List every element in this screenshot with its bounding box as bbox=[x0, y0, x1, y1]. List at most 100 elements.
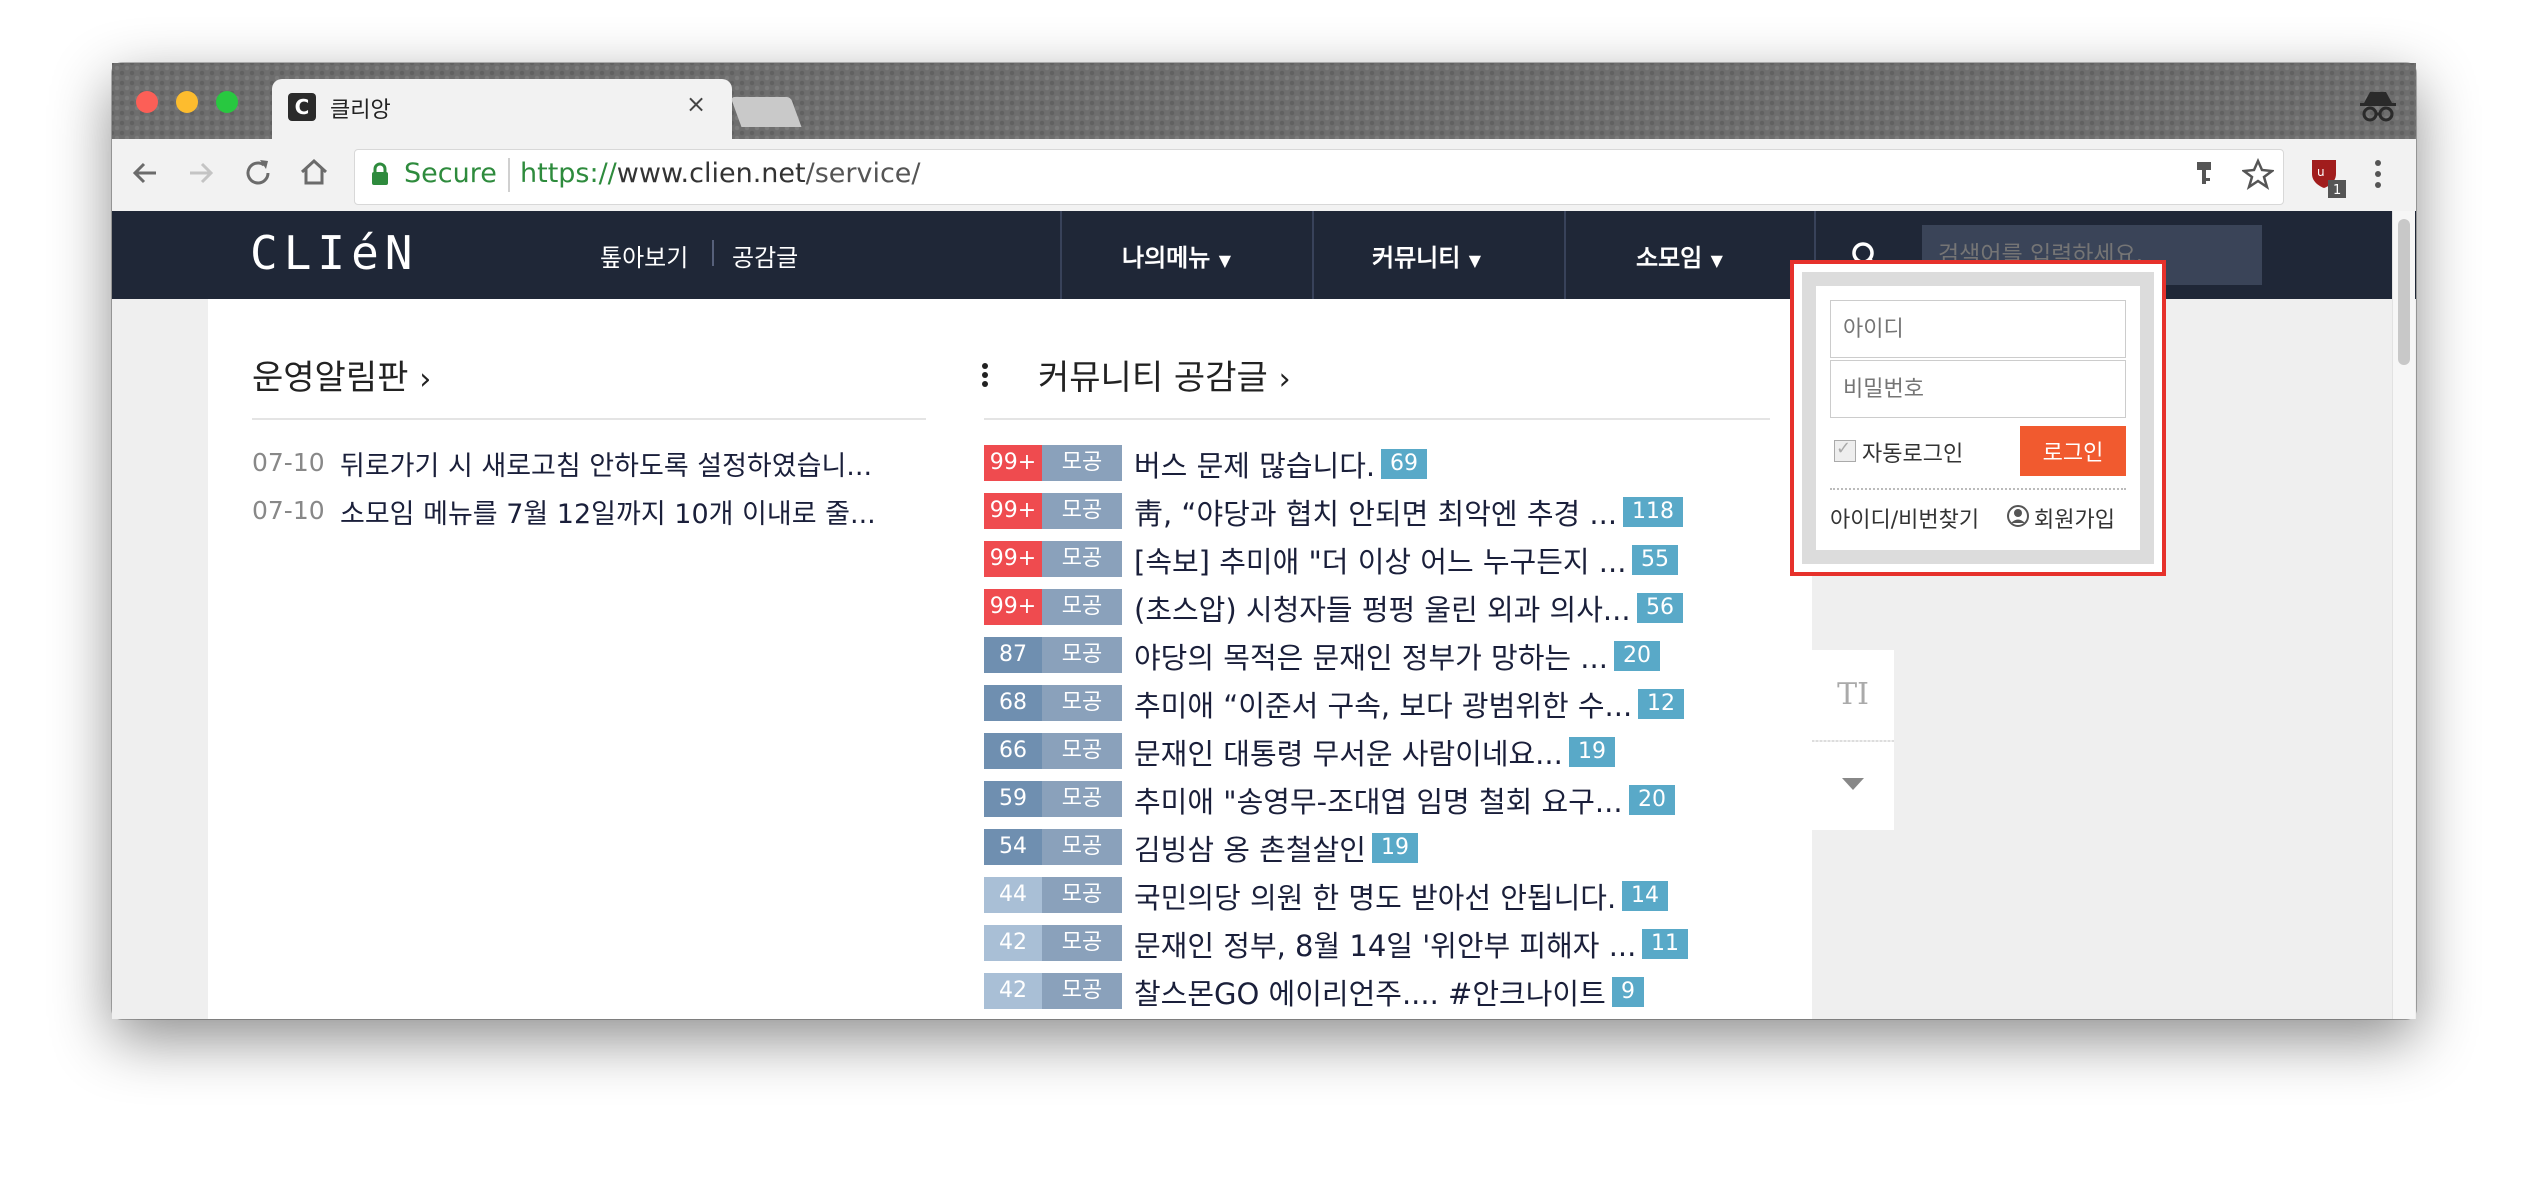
empathy-count: 42 bbox=[984, 925, 1042, 961]
minimize-window-button[interactable] bbox=[176, 91, 198, 113]
tab-close-icon[interactable]: × bbox=[686, 90, 706, 118]
url-text[interactable]: https://www.clien.net/service/ bbox=[520, 158, 921, 189]
font-size-button[interactable]: TI bbox=[1812, 650, 1894, 740]
comment-count-badge: 20 bbox=[1614, 641, 1660, 671]
community-title[interactable]: 커뮤니티 공감글 › bbox=[1038, 350, 1291, 399]
post-row[interactable]: 59 모공 추미애 "송영무-조대엽 임명 철회 요구... 20 bbox=[984, 781, 1784, 821]
url-scheme: https:// bbox=[520, 158, 617, 189]
comment-count-badge: 11 bbox=[1642, 929, 1688, 959]
nav-link-overview[interactable]: 톺아보기 bbox=[600, 238, 688, 273]
post-row[interactable]: 99+ 모공 靑, “야당과 협치 안되면 최악엔 추경 ... 118 bbox=[984, 493, 1784, 533]
nav-link-empathy[interactable]: 공감글 bbox=[732, 238, 798, 273]
board-tag: 모공 bbox=[1042, 925, 1122, 961]
header-divider bbox=[1060, 211, 1062, 299]
reload-icon[interactable] bbox=[242, 157, 274, 189]
post-row[interactable]: 42 모공 찰스몬GO 에이리언주.... #안크나이트 9 bbox=[984, 973, 1784, 1013]
empathy-count: 99+ bbox=[984, 493, 1042, 529]
comment-count-badge: 14 bbox=[1622, 881, 1668, 911]
comment-count-badge: 69 bbox=[1381, 449, 1427, 479]
menu-group[interactable]: 소모임 ▼ bbox=[1636, 238, 1723, 273]
post-row[interactable]: 99+ 모공 (초스압) 시청자들 펑펑 울린 외과 의사... 56 bbox=[984, 589, 1784, 629]
board-tag: 모공 bbox=[1042, 973, 1122, 1009]
forward-icon[interactable] bbox=[186, 158, 216, 188]
post-row[interactable]: 99+ 모공 버스 문제 많습니다. 69 bbox=[984, 445, 1784, 485]
chevron-right-icon: › bbox=[1278, 362, 1291, 397]
scrollbar-thumb[interactable] bbox=[2398, 219, 2410, 365]
menu-community[interactable]: 커뮤니티 ▼ bbox=[1372, 238, 1481, 273]
divider bbox=[252, 418, 926, 420]
post-row[interactable]: 87 모공 야당의 목적은 문재인 정부가 망하는 ... 20 bbox=[984, 637, 1784, 677]
favicon-icon: C bbox=[288, 93, 316, 121]
chevron-down-icon: ▼ bbox=[1468, 251, 1481, 270]
post-row[interactable]: 54 모공 김빙삼 옹 촌철살인 19 bbox=[984, 829, 1784, 869]
board-tag: 모공 bbox=[1042, 685, 1122, 721]
chevron-down-icon: ▼ bbox=[1218, 251, 1231, 270]
post-title[interactable]: 추미애 “이준서 구속, 보다 광범위한 수... bbox=[1134, 683, 1632, 725]
divider bbox=[984, 418, 1770, 420]
signup-link[interactable]: 회원가입 bbox=[2034, 502, 2115, 534]
bookmark-star-icon[interactable] bbox=[2242, 158, 2274, 190]
post-title[interactable]: 靑, “야당과 협치 안되면 최악엔 추경 ... bbox=[1134, 491, 1617, 533]
empathy-count: 66 bbox=[984, 733, 1042, 769]
new-tab-button[interactable] bbox=[730, 97, 802, 127]
post-row[interactable]: 42 모공 문재인 정부, 8월 14일 '위안부 피해자 ... 11 bbox=[984, 925, 1784, 965]
post-title[interactable]: [속보] 추미애 "더 이상 어느 누구든지 ... bbox=[1134, 539, 1626, 581]
post-title[interactable]: 찰스몬GO 에이리언주.... #안크나이트 bbox=[1134, 971, 1606, 1013]
post-title[interactable]: (초스압) 시청자들 펑펑 울린 외과 의사... bbox=[1134, 587, 1631, 629]
home-icon[interactable] bbox=[298, 156, 330, 188]
board-tag: 모공 bbox=[1042, 445, 1122, 481]
community-title-text: 커뮤니티 공감글 bbox=[1038, 358, 1268, 398]
id-input[interactable] bbox=[1830, 300, 2126, 358]
empathy-count: 42 bbox=[984, 973, 1042, 1009]
close-window-button[interactable] bbox=[136, 91, 158, 113]
login-button[interactable]: 로그인 bbox=[2020, 426, 2126, 476]
post-title[interactable]: 야당의 목적은 문재인 정부가 망하는 ... bbox=[1134, 635, 1608, 677]
menu-group-label: 소모임 bbox=[1636, 244, 1703, 272]
back-icon[interactable] bbox=[130, 158, 160, 188]
empathy-count: 59 bbox=[984, 781, 1042, 817]
post-title[interactable]: 문재인 대통령 무서운 사람이네요... bbox=[1134, 731, 1563, 773]
site-logo[interactable]: CLIéN bbox=[250, 226, 418, 280]
menu-my-label: 나의메뉴 bbox=[1122, 244, 1211, 272]
comment-count-badge: 19 bbox=[1372, 833, 1418, 863]
key-icon[interactable] bbox=[2192, 160, 2216, 188]
comment-count-badge: 55 bbox=[1632, 545, 1678, 575]
more-vertical-icon[interactable] bbox=[980, 362, 990, 388]
post-title[interactable]: 국민의당 의원 한 명도 받아선 안됩니다. bbox=[1134, 875, 1616, 917]
notice-title[interactable]: 운영알림판 › bbox=[252, 350, 431, 399]
notice-date: 07-10 bbox=[252, 448, 325, 477]
browser-menu-icon[interactable] bbox=[2372, 158, 2384, 190]
divider bbox=[1830, 488, 2126, 490]
post-title[interactable]: 추미애 "송영무-조대엽 임명 철회 요구... bbox=[1134, 779, 1623, 821]
maximize-window-button[interactable] bbox=[216, 91, 238, 113]
empathy-count: 99+ bbox=[984, 541, 1042, 577]
menu-my[interactable]: 나의메뉴 ▼ bbox=[1122, 238, 1231, 273]
post-row[interactable]: 68 모공 추미애 “이준서 구속, 보다 광범위한 수... 12 bbox=[984, 685, 1784, 725]
notice-item[interactable]: 소모임 메뉴를 7월 12일까지 10개 이내로 줄... bbox=[340, 492, 876, 531]
user-icon bbox=[2007, 505, 2029, 527]
tab-title: 클리앙 bbox=[330, 98, 391, 123]
header-divider bbox=[1564, 211, 1566, 299]
lock-icon bbox=[372, 162, 388, 185]
board-tag: 모공 bbox=[1042, 781, 1122, 817]
post-row[interactable]: 99+ 모공 [속보] 추미애 "더 이상 어느 누구든지 ... 55 bbox=[984, 541, 1784, 581]
empathy-count: 68 bbox=[984, 685, 1042, 721]
post-title[interactable]: 버스 문제 많습니다. bbox=[1134, 443, 1375, 485]
notice-item[interactable]: 뒤로가기 시 새로고침 안하도록 설정하였습니... bbox=[340, 444, 872, 483]
empathy-count: 54 bbox=[984, 829, 1042, 865]
ublock-extension-icon[interactable]: u1 bbox=[2308, 156, 2348, 200]
comment-count-badge: 118 bbox=[1623, 497, 1683, 527]
comment-count-badge: 12 bbox=[1638, 689, 1684, 719]
find-account-link[interactable]: 아이디/비번찾기 bbox=[1830, 502, 1979, 534]
comment-count-badge: 9 bbox=[1612, 977, 1644, 1007]
auto-login-label: 자동로그인 bbox=[1862, 442, 1964, 467]
extension-badge: 1 bbox=[2333, 183, 2341, 198]
post-title[interactable]: 김빙삼 옹 촌철살인 bbox=[1134, 827, 1366, 869]
post-row[interactable]: 44 모공 국민의당 의원 한 명도 받아선 안됩니다. 14 bbox=[984, 877, 1784, 917]
post-title[interactable]: 문재인 정부, 8월 14일 '위안부 피해자 ... bbox=[1134, 923, 1636, 965]
password-input[interactable] bbox=[1830, 360, 2126, 418]
chevron-down-icon: ▼ bbox=[1710, 251, 1723, 270]
post-row[interactable]: 66 모공 문재인 대통령 무서운 사람이네요... 19 bbox=[984, 733, 1784, 773]
board-tag: 모공 bbox=[1042, 541, 1122, 577]
board-tag: 모공 bbox=[1042, 877, 1122, 913]
